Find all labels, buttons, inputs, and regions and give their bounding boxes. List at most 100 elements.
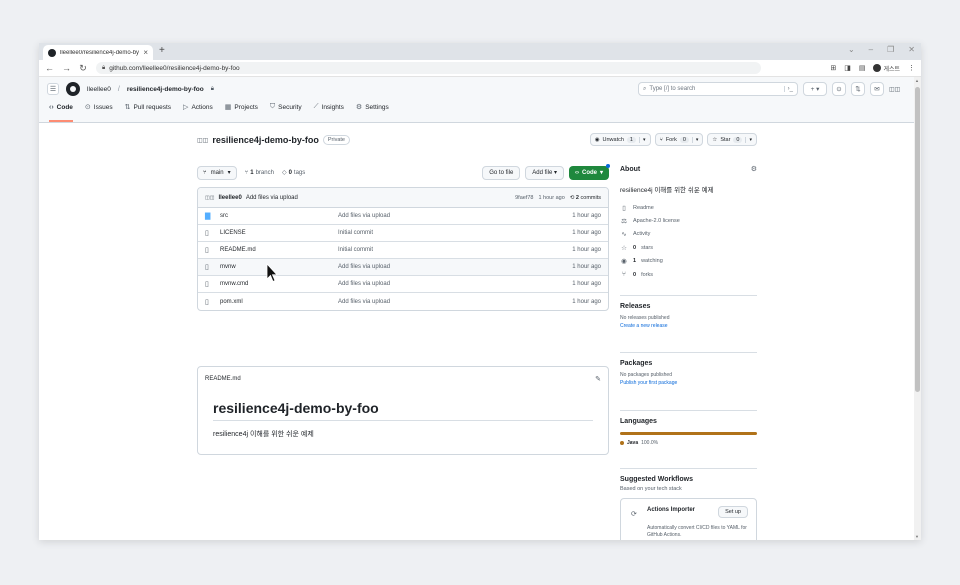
set-up-button[interactable]: Set up	[718, 506, 748, 518]
language-item[interactable]: Java 100.0%	[620, 440, 757, 446]
commit-message[interactable]: Add files via upload	[246, 195, 298, 201]
branches-link[interactable]: ⑂ 1 branch	[245, 170, 274, 176]
watchers-link[interactable]: ◉ 1 watching	[620, 255, 757, 268]
close-tab-icon[interactable]: ×	[143, 48, 148, 57]
tab-projects[interactable]: ▦ Projects	[225, 100, 258, 122]
window-controls: ⌄ – ❐ ✕	[848, 45, 915, 54]
scroll-down-icon[interactable]: ▼	[915, 534, 919, 539]
insights-icon: ⟋	[313, 103, 319, 110]
forward-icon[interactable]: →	[62, 63, 71, 73]
file-row[interactable]: ▇ src Add files via upload 1 hour ago	[198, 208, 608, 225]
publish-package-link[interactable]: Publish your first package	[620, 380, 757, 386]
tab-insights[interactable]: ⟋ Insights	[314, 100, 344, 122]
go-to-file-button[interactable]: Go to file	[482, 165, 521, 180]
url-field[interactable]: 🔒︎ github.com/lleellee0/resilience4j-dem…	[96, 62, 762, 74]
pencil-icon[interactable]: ✎	[595, 375, 601, 383]
file-commit-message[interactable]: Initial commit	[338, 230, 572, 236]
tab-code[interactable]: ‹› Code	[49, 100, 73, 122]
file-row[interactable]: ▯ README.md Initial commit 1 hour ago	[198, 242, 608, 259]
command-palette-icon[interactable]: ›_	[783, 86, 793, 92]
back-icon[interactable]: ←	[45, 63, 54, 73]
breadcrumb-repo[interactable]: resilience4j-demo-by-foo	[127, 86, 204, 93]
minimize-icon[interactable]: –	[869, 45, 873, 54]
star-button[interactable]: ☆ Star 0 ▾	[707, 133, 757, 146]
file-name[interactable]: LICENSE	[220, 230, 338, 236]
repo-name[interactable]: resilience4j-demo-by-foo	[212, 135, 319, 145]
scroll-up-icon[interactable]: ▲	[915, 78, 919, 83]
tab-pull-requests[interactable]: ⇅ Pull requests	[125, 100, 171, 122]
watch-count: 1	[626, 136, 636, 143]
kebab-menu-icon[interactable]: ⋮	[908, 64, 915, 72]
file-name[interactable]: mvnw	[220, 264, 338, 270]
file-commit-message[interactable]: Add files via upload	[338, 264, 572, 270]
add-file-button[interactable]: Add file ▾	[525, 165, 564, 180]
branch-selector[interactable]: ⑂ main ▾	[197, 165, 237, 180]
page-scrollbar[interactable]: ▲ ▼	[914, 77, 921, 540]
scrollbar-thumb[interactable]	[915, 87, 920, 392]
chevron-down-icon[interactable]: ▾	[745, 136, 752, 143]
chevron-down-icon: ▾	[599, 170, 603, 176]
releases-title[interactable]: Releases	[620, 303, 757, 310]
file-commit-message[interactable]: Add files via upload	[338, 213, 572, 219]
breadcrumb-owner[interactable]: lleellee0	[87, 86, 111, 93]
packages-title[interactable]: Packages	[620, 360, 757, 367]
license-link[interactable]: ⚖ Apache-2.0 license	[620, 214, 757, 227]
activity-link[interactable]: ∿ Activity	[620, 228, 757, 241]
translate-icon[interactable]: ⊞	[830, 64, 836, 72]
commit-sha[interactable]: 9faef78	[515, 195, 533, 201]
bookmarks-icon[interactable]: ▤	[859, 64, 866, 72]
restore-icon[interactable]: ❐	[887, 45, 894, 54]
create-release-link[interactable]: Create a new release	[620, 323, 757, 329]
file-name[interactable]: src	[220, 213, 338, 219]
inbox-icon[interactable]: ✉	[870, 82, 884, 96]
chevron-down-icon[interactable]: ▾	[691, 136, 698, 143]
chevron-down-icon: ▾	[227, 170, 231, 176]
pull-requests-icon[interactable]: ⇅	[851, 82, 865, 96]
browser-tab[interactable]: lleellee0/resilience4j-demo-by-f ×	[43, 45, 153, 60]
readme-link[interactable]: ▯ Readme	[620, 201, 757, 214]
forks-link[interactable]: ⑂ 0 forks	[620, 268, 757, 281]
file-row[interactable]: ▯ mvnw.cmd Add files via upload 1 hour ago	[198, 276, 608, 293]
tab-settings[interactable]: ⚙ Settings	[356, 100, 389, 122]
new-tab-icon[interactable]: +	[159, 45, 165, 56]
readme-filename[interactable]: README.md	[205, 376, 241, 382]
commits-link[interactable]: ⟲ 2 commits	[570, 195, 601, 201]
github-logo-icon[interactable]	[66, 82, 80, 96]
reload-icon[interactable]: ↻	[79, 63, 87, 74]
tab-issues[interactable]: ⊙ Issues	[85, 100, 113, 122]
tab-search-icon[interactable]: ⌄	[848, 45, 855, 54]
tab-security[interactable]: ⛉ Security	[270, 100, 302, 122]
tab-actions[interactable]: ▷ Actions	[183, 100, 213, 122]
file-row[interactable]: ▯ mvnw Add files via upload 1 hour ago	[198, 259, 608, 276]
file-name[interactable]: pom.xml	[220, 299, 338, 305]
chevron-down-icon[interactable]: ▾	[638, 136, 646, 143]
close-window-icon[interactable]: ✕	[908, 45, 915, 54]
file-commit-message[interactable]: Initial commit	[338, 247, 572, 253]
profile-button[interactable]: 게스트	[873, 64, 900, 73]
sidepanel-icon[interactable]: ◨	[844, 64, 851, 72]
fork-button[interactable]: ⑂ Fork 0 ▾	[654, 133, 704, 146]
file-name[interactable]: README.md	[220, 247, 338, 253]
commit-author[interactable]: lleellee0	[218, 195, 241, 201]
hamburger-menu-icon[interactable]: ☰	[47, 83, 59, 95]
search-input[interactable]: ⌕ Type [/] to search ›_	[638, 82, 798, 96]
gear-icon[interactable]: ⚙	[751, 165, 757, 173]
file-commit-message[interactable]: Add files via upload	[338, 299, 572, 305]
file-commit-message[interactable]: Add files via upload	[338, 281, 572, 287]
issues-icon[interactable]: ⊙	[832, 82, 846, 96]
workflows-subtitle: Based on your tech stack	[620, 486, 682, 492]
unwatch-button[interactable]: ◉ Unwatch 1 ▾	[589, 133, 651, 146]
file-row[interactable]: ▯ LICENSE Initial commit 1 hour ago	[198, 225, 608, 242]
file-name[interactable]: mvnw.cmd	[220, 281, 338, 287]
tags-link[interactable]: ◇ 0 tags	[282, 169, 305, 177]
stars-link[interactable]: ☆ 0 stars	[620, 241, 757, 254]
user-avatar-icon[interactable]: ◫◫	[889, 83, 905, 95]
create-new-button[interactable]: + ▾	[803, 82, 827, 96]
lock-icon[interactable]: 🔒︎	[102, 65, 105, 72]
readme-header: README.md ✎	[198, 367, 608, 391]
about-header: About ⚙	[620, 165, 757, 174]
commit-time: 1 hour ago	[538, 194, 565, 201]
file-row[interactable]: ▯ pom.xml Add files via upload 1 hour ago	[198, 293, 608, 310]
search-placeholder: Type [/] to search	[649, 86, 696, 92]
code-button[interactable]: ‹› Code ▾	[568, 163, 611, 180]
